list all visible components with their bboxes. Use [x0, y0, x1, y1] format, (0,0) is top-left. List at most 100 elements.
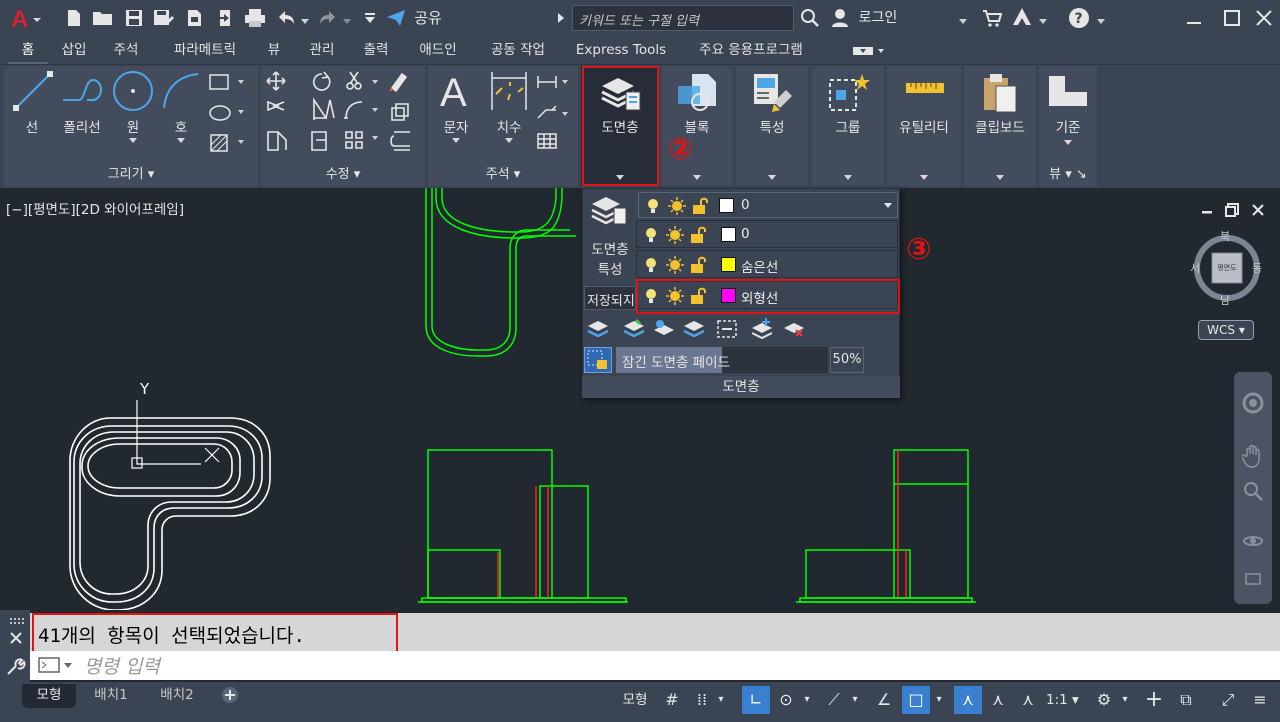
viewcube[interactable]: 북 남 서 동 평면도	[1190, 228, 1264, 308]
isodraft-icon[interactable]: ⟋	[820, 686, 848, 714]
clipboard-button[interactable]: 클립보드	[964, 66, 1036, 164]
polar-dropdown-icon[interactable]: ▾	[800, 686, 814, 714]
ortho-icon[interactable]: ∟	[742, 686, 770, 714]
export-icon[interactable]	[214, 8, 234, 28]
ribbon-minimize-icon[interactable]	[852, 44, 886, 58]
lock-fade-toggle-icon[interactable]	[584, 347, 612, 373]
tab-output[interactable]: 출력	[354, 36, 398, 64]
base-view-button[interactable]: 기준	[1039, 66, 1097, 164]
text-dropdown-icon[interactable]	[452, 138, 460, 143]
lock-fade-value[interactable]: 50%	[830, 347, 864, 373]
layer-unlock-icon[interactable]	[691, 196, 711, 216]
plot-icon[interactable]	[244, 8, 266, 28]
rectangle-tool[interactable]	[208, 72, 248, 94]
tab-view[interactable]: 뷰	[260, 36, 288, 64]
viewcube-east[interactable]: 동	[1252, 260, 1262, 276]
undo-dropdown-icon[interactable]	[300, 14, 310, 24]
current-layer-dropdown-icon[interactable]	[883, 202, 893, 210]
layer-unlock-icon[interactable]	[689, 225, 709, 245]
layer-on-icon[interactable]	[645, 197, 661, 215]
viewport-label[interactable]: [−][평면도][2D 와이어프레임]	[6, 198, 184, 218]
app-dropdown-icon[interactable]	[1038, 14, 1048, 24]
ellipse-tool[interactable]	[208, 102, 248, 124]
save-icon[interactable]	[124, 8, 144, 28]
orbit-icon[interactable]	[1242, 530, 1264, 552]
lock-fade-slider[interactable]: 잠긴 도면층 페이드	[616, 347, 828, 373]
snap-icon[interactable]: ⁞⁞	[688, 686, 716, 714]
autocad-logo-icon[interactable]: A	[8, 4, 42, 33]
annotation-scale-icon[interactable]: ⋏	[1014, 686, 1042, 714]
cart-icon[interactable]	[982, 8, 1003, 28]
open-file-icon[interactable]	[92, 8, 114, 28]
layout-tab-model[interactable]: 모형	[22, 684, 76, 708]
minimize-icon[interactable]	[1184, 8, 1204, 28]
search-input[interactable]: 키워드 또는 구절 입력	[572, 5, 794, 31]
redo-dropdown-icon[interactable]	[342, 14, 352, 24]
zoom-extents-icon[interactable]	[1242, 480, 1264, 502]
tab-parametric[interactable]: 파라메트릭	[160, 36, 250, 64]
layer-on-icon[interactable]	[643, 256, 659, 274]
pan-icon[interactable]	[1241, 444, 1264, 468]
polar-tracking-icon[interactable]: ⊙	[772, 686, 800, 714]
redo-icon[interactable]	[318, 8, 338, 28]
layer-unlock-icon[interactable]	[689, 255, 709, 275]
circle-dropdown-icon[interactable]	[129, 138, 137, 143]
help-dropdown-icon[interactable]	[1096, 14, 1106, 24]
draw-panel-label[interactable]: 그리기 ▾	[4, 164, 258, 186]
layer-on-icon[interactable]	[643, 226, 659, 244]
view-panel-label[interactable]: 뷰 ▾ ↘	[1039, 164, 1097, 186]
object-snap-tracking-icon[interactable]: ∠	[870, 686, 898, 714]
groups-button[interactable]: 그룹	[812, 66, 884, 164]
new-file-icon[interactable]	[64, 8, 84, 28]
search-icon[interactable]	[800, 8, 820, 28]
layout-tab-1[interactable]: 배치1	[80, 684, 142, 708]
layer-state-combo[interactable]: 저장되지	[584, 286, 636, 310]
text-tool[interactable]: A 문자	[432, 68, 480, 148]
circle-tool[interactable]: 원	[108, 68, 158, 148]
maximize-icon[interactable]	[1222, 8, 1242, 28]
command-close-icon[interactable]	[8, 630, 24, 646]
modify-panel-label[interactable]: 수정 ▾	[261, 164, 425, 186]
layer-thaw-icon[interactable]	[665, 225, 685, 245]
tab-featured-apps[interactable]: 주요 응용프로그램	[684, 36, 818, 64]
utilities-dropdown-icon[interactable]	[920, 175, 928, 180]
add-layout-icon[interactable]	[220, 684, 240, 706]
osnap-dropdown-icon[interactable]: ▾	[932, 686, 946, 714]
annotation-visibility-icon[interactable]: ⋏	[954, 686, 982, 714]
dimension-tool[interactable]: 치수	[484, 68, 534, 148]
user-icon[interactable]	[830, 8, 850, 28]
customization-menu-icon[interactable]: ≡	[1246, 686, 1274, 714]
web-mobile-icon[interactable]	[184, 8, 204, 28]
login-dropdown-icon[interactable]	[958, 14, 968, 24]
arc-dropdown-icon[interactable]	[177, 138, 185, 143]
tab-express-tools[interactable]: Express Tools	[568, 36, 674, 64]
command-input[interactable]	[30, 651, 1280, 680]
groups-dropdown-icon[interactable]	[844, 175, 852, 180]
grid-icon[interactable]: #	[658, 686, 686, 714]
object-snap-icon[interactable]: □	[902, 686, 930, 714]
workspace-dropdown-icon[interactable]: ▾	[1118, 686, 1132, 714]
annotation-scale-value[interactable]: 1:1 ▾	[1046, 686, 1086, 714]
hatch-tool[interactable]	[208, 132, 248, 154]
viewcube-north[interactable]: 북	[1220, 228, 1230, 244]
properties-button[interactable]: 특성	[736, 66, 808, 164]
tab-insert[interactable]: 삽입	[52, 36, 96, 64]
workspace-gear-icon[interactable]: ⚙	[1090, 686, 1118, 714]
layer-properties-button[interactable]: 도면층 특성	[584, 190, 636, 280]
model-space-button[interactable]: 모형	[616, 686, 654, 714]
annotation-monitor-icon[interactable]: +	[1140, 686, 1168, 714]
showmotion-icon[interactable]	[1244, 572, 1262, 586]
share-icon[interactable]	[386, 8, 406, 28]
properties-dropdown-icon[interactable]	[768, 175, 776, 180]
steering-wheel-icon[interactable]	[1242, 392, 1264, 414]
layer-row-hidden[interactable]: 숨은선	[636, 250, 898, 278]
command-prompt-icon[interactable]	[38, 656, 74, 674]
layer-thaw-icon[interactable]	[667, 196, 687, 216]
current-layer-combo[interactable]: 0	[638, 192, 898, 218]
viewcube-top-face[interactable]: 평면도	[1212, 263, 1242, 273]
layer-thaw-icon[interactable]	[665, 255, 685, 275]
viewcube-south[interactable]: 남	[1220, 292, 1230, 308]
line-tool[interactable]: 선	[8, 68, 56, 142]
command-customize-icon[interactable]	[6, 656, 26, 676]
layout-tab-2[interactable]: 배치2	[146, 684, 208, 708]
